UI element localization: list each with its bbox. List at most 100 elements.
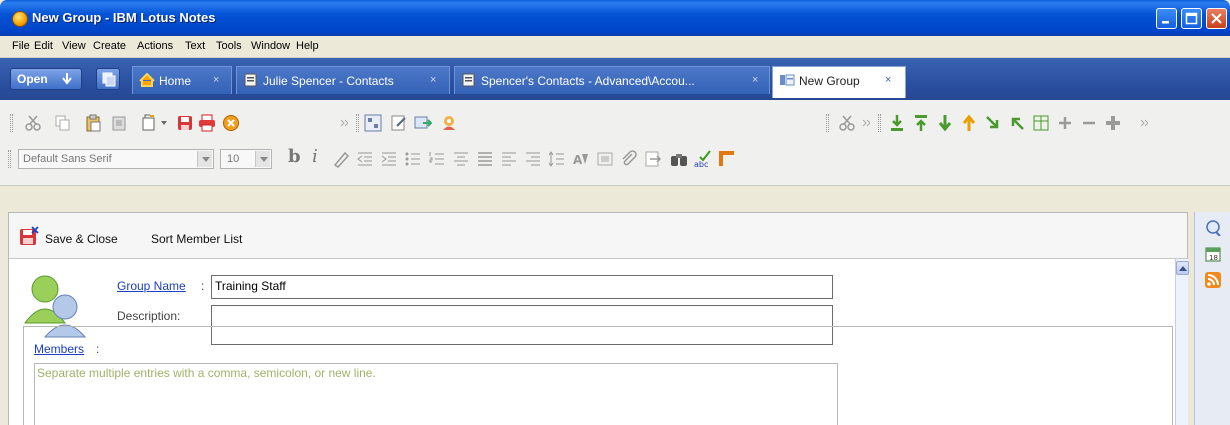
tab-spencers-contacts-close-icon[interactable]: × — [752, 74, 758, 86]
contacts-icon — [462, 73, 475, 87]
new-dropdown-icon[interactable] — [160, 118, 168, 136]
group-name-label[interactable]: Group Name — [117, 279, 186, 293]
menu-view[interactable]: View — [62, 40, 86, 52]
menu-create[interactable]: Create — [93, 40, 126, 52]
font-size-select[interactable]: 10 — [220, 149, 272, 169]
toolbar-grip[interactable] — [356, 114, 359, 132]
bulleted-list-icon[interactable] — [404, 150, 422, 168]
numbered-list-icon[interactable] — [428, 150, 446, 168]
tab-new-group[interactable]: New Group × — [772, 66, 906, 98]
toolbar-grip[interactable] — [878, 114, 881, 132]
print-icon[interactable] — [198, 114, 216, 132]
search-icon[interactable] — [1205, 220, 1221, 236]
decrease-indent-icon[interactable] — [356, 150, 374, 168]
members-label[interactable]: Members — [34, 342, 84, 356]
form-properties-icon[interactable] — [364, 114, 382, 132]
tab-new-group-close-icon[interactable]: × — [885, 74, 891, 86]
align-left-icon[interactable] — [500, 150, 518, 168]
tab-new-group-label: New Group — [799, 74, 860, 88]
tab-spencers-contacts[interactable]: Spencer's Contacts - Advanced\Accou... × — [454, 66, 770, 94]
move-to-bottom-icon[interactable] — [888, 114, 906, 132]
outdent-up-icon[interactable] — [1008, 114, 1026, 132]
maximize-button[interactable] — [1181, 8, 1202, 29]
edit-document-icon[interactable] — [390, 114, 408, 132]
lotus-notes-app-icon[interactable] — [12, 11, 28, 27]
sort-member-list-button[interactable]: Sort Member List — [151, 232, 242, 246]
menu-actions[interactable]: Actions — [137, 40, 173, 52]
toolbar-chevron-icon[interactable] — [1140, 118, 1148, 136]
menu-edit[interactable]: Edit — [34, 40, 53, 52]
align-center-icon[interactable] — [452, 150, 470, 168]
forward-icon[interactable] — [414, 114, 432, 132]
rss-feed-icon[interactable] — [1205, 272, 1221, 288]
right-sidebar: 18 — [1194, 212, 1230, 425]
paste-icon[interactable] — [84, 114, 102, 132]
bold-icon[interactable]: b — [288, 146, 306, 167]
toolbar-grip[interactable] — [826, 114, 829, 132]
description-label: Description: — [117, 309, 181, 323]
close-window-button[interactable] — [1206, 8, 1227, 29]
open-arrow-icon — [62, 73, 72, 85]
action-bar: Save & Close Sort Member List — [9, 213, 1187, 259]
group-name-colon: : — [201, 279, 205, 293]
window-list-icon — [102, 72, 116, 87]
toolbar-grip[interactable] — [10, 114, 13, 132]
font-family-select[interactable]: Default Sans Serif — [18, 149, 214, 169]
permanent-pen-icon[interactable] — [596, 150, 614, 168]
toolbar-area: Default Sans Serif 10 b i A abc — [0, 100, 1230, 186]
window-list-button[interactable] — [96, 68, 120, 90]
tab-julie-contacts-close-icon[interactable]: × — [430, 74, 436, 86]
attachment-icon[interactable] — [620, 150, 638, 168]
indent-down-icon[interactable] — [984, 114, 1002, 132]
align-justify-icon[interactable] — [476, 150, 494, 168]
spell-check-icon[interactable]: abc — [694, 150, 712, 168]
expand-all-icon[interactable] — [1104, 114, 1122, 132]
menu-tools[interactable]: Tools — [216, 40, 242, 52]
menu-help[interactable]: Help — [296, 40, 319, 52]
members-field[interactable]: Separate multiple entries with a comma, … — [34, 363, 838, 425]
chevron-down-icon[interactable] — [255, 151, 270, 167]
text-style-icon[interactable]: A — [572, 150, 590, 168]
align-right-icon[interactable] — [524, 150, 542, 168]
increase-indent-icon[interactable] — [380, 150, 398, 168]
insert-table-icon[interactable] — [1032, 114, 1050, 132]
scroll-up-button[interactable] — [1176, 261, 1189, 275]
move-down-icon[interactable] — [936, 114, 954, 132]
new-memo-icon[interactable] — [140, 114, 158, 132]
toolbar-chevron-icon[interactable] — [340, 118, 348, 136]
chevron-down-icon[interactable] — [197, 151, 212, 167]
menu-window[interactable]: Window — [251, 40, 290, 52]
insert-link-icon[interactable] — [644, 150, 662, 168]
group-name-field[interactable]: Training Staff — [211, 275, 833, 299]
open-button[interactable]: Open — [10, 68, 82, 90]
collapse-icon[interactable] — [1080, 114, 1098, 132]
italic-icon[interactable]: i — [312, 146, 330, 167]
toolbar-grip[interactable] — [8, 150, 11, 168]
expand-icon[interactable] — [1056, 114, 1074, 132]
tab-home[interactable]: Home × — [132, 66, 232, 94]
move-to-top-icon[interactable] — [912, 114, 930, 132]
line-spacing-icon[interactable] — [548, 150, 566, 168]
menu-text[interactable]: Text — [185, 40, 205, 52]
toolbar-chevron-icon[interactable] — [862, 118, 870, 136]
paste-special-icon[interactable] — [110, 114, 128, 132]
move-up-icon[interactable] — [960, 114, 978, 132]
chat-icon[interactable] — [440, 114, 458, 132]
menu-file[interactable]: File — [12, 40, 30, 52]
tab-home-close-icon[interactable]: × — [213, 74, 219, 86]
vertical-scrollbar[interactable] — [1175, 259, 1189, 425]
minimize-button[interactable] — [1156, 8, 1177, 29]
save-icon[interactable] — [176, 114, 194, 132]
copy-icon[interactable] — [54, 114, 72, 132]
cut-icon[interactable] — [838, 114, 856, 132]
highlighter-icon[interactable] — [332, 150, 350, 168]
tab-julie-contacts[interactable]: Julie Spencer - Contacts × — [236, 66, 450, 94]
border-icon[interactable] — [718, 150, 736, 168]
tab-bar: Open Home × Julie Spencer - Contacts × S… — [0, 58, 1230, 102]
calendar-icon[interactable]: 18 — [1205, 246, 1221, 262]
tab-julie-contacts-label: Julie Spencer - Contacts — [263, 74, 394, 88]
find-icon[interactable] — [670, 150, 688, 168]
save-close-button[interactable]: Save & Close — [45, 232, 118, 246]
stop-icon[interactable] — [222, 114, 240, 132]
cut-icon[interactable] — [24, 114, 42, 132]
